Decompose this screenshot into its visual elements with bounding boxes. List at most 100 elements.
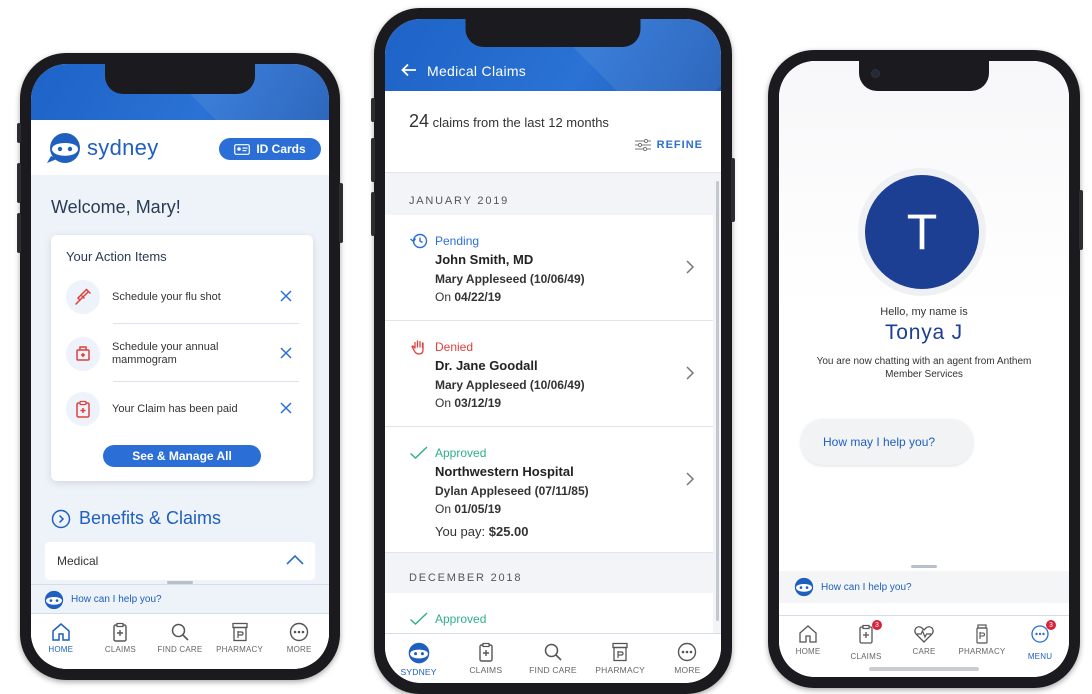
bottom-tab-bar: HOME CLAIMS FIND CARE PHARMACY MORE [31,613,329,669]
claim-row[interactable]: Denied Dr. Jane Goodall Mary Appleseed (… [385,321,713,427]
claims-count-text: 24 claims from the last 12 months [409,111,609,131]
tab-home[interactable]: HOME [31,614,91,669]
claim-date: On 03/12/19 [435,396,502,410]
home-screen: sydney ID Cards Welcome, Mary! Your Acti… [31,64,329,669]
checkmark-icon [410,612,428,625]
claim-date: On 04/22/19 [435,290,502,304]
patient-name: Mary Appleseed (10/06/49) [435,378,585,392]
tab-claims[interactable]: CLAIMS [456,634,516,683]
chat-screen: T Hello, my name is Tonya J You are now … [779,61,1069,677]
notification-badge: 3 [872,620,882,630]
claims-list: JANUARY 2019 Pending John Smith, MD Mary… [385,173,721,633]
pharmacy-icon [231,622,248,642]
search-icon [544,643,562,661]
benefits-claims-section[interactable]: Benefits & Claims [51,508,221,529]
status-denied: Denied [409,339,473,355]
action-item[interactable]: Schedule your flu shot [66,277,301,317]
medical-label: Medical [57,554,99,568]
sydney-logo: sydney [47,132,159,164]
scrollbar[interactable] [716,181,719,621]
claims-screen: Medical Claims 24 claims from the last 1… [385,19,721,683]
help-chat-bar[interactable]: How can I help you? [31,581,329,614]
benefits-claims-label: Benefits & Claims [79,508,222,528]
tab-claims[interactable]: CLAIMS [91,614,151,669]
month-header: JANUARY 2019 [409,195,510,207]
medical-accordion[interactable]: Medical [45,542,315,580]
pharmacy-icon [612,642,628,662]
clipboard-icon [479,642,493,662]
page-title: Medical Claims [427,63,527,79]
close-icon[interactable] [279,346,293,360]
bottom-tab-bar: SYDNEY CLAIMS FIND CARE PHARMACY MORE [385,633,721,683]
claim-clipboard-icon [76,400,90,418]
you-pay: You pay: $25.00 [435,524,529,539]
syringe-icon [75,288,91,305]
home-icon [52,623,70,641]
claim-date: On 01/05/19 [435,502,502,516]
refine-button[interactable]: REFINE [634,139,703,151]
help-text: How can I help you? [821,581,912,593]
action-item-text: Schedule your flu shot [112,290,221,303]
tab-more[interactable]: MORE [657,634,717,683]
tab-find-care[interactable]: FIND CARE [150,614,210,669]
heart-pulse-icon [914,626,934,643]
tab-pharmacy[interactable]: PHARMACY [210,614,270,669]
sydney-face-icon [794,577,814,597]
sydney-face-icon [47,133,80,163]
avatar-letter: T [865,175,979,289]
back-arrow-icon[interactable] [401,63,417,77]
clipboard-icon [113,622,128,642]
provider-name: Dr. Jane Goodall [435,358,538,373]
provider-name: John Smith, MD [435,252,534,267]
tab-home[interactable]: HOME [779,616,837,677]
bottom-tab-bar: HOME 3 CLAIMS CARE PHARMACY 3 MENU [779,615,1069,677]
home-indicator[interactable] [869,667,979,671]
chevron-right-icon [686,260,695,274]
tab-find-care[interactable]: FIND CARE [523,634,583,683]
action-item[interactable]: Schedule your annual mammogram [66,334,301,374]
phone-home-screen: sydney ID Cards Welcome, Mary! Your Acti… [17,53,343,680]
help-text: How can I help you? [71,594,162,605]
phone-claims-screen: Medical Claims 24 claims from the last 1… [371,8,735,694]
claim-row[interactable]: Approved Northwestern Hospital Dylan App… [385,427,713,553]
phone-chat-screen: T Hello, my name is Tonya J You are now … [768,50,1083,688]
clock-rewind-icon [410,233,428,249]
claim-row[interactable]: Approved [385,593,713,633]
checkmark-icon [410,446,428,459]
id-card-icon [234,143,251,155]
action-item-text: Schedule your annual mammogram [112,341,219,366]
chevron-right-icon [686,366,695,380]
tab-more[interactable]: MORE [269,614,329,669]
close-icon[interactable] [279,401,293,415]
action-item-text: Your Claim has been paid [112,402,238,415]
chat-status-note: You are now chatting with an agent from … [816,356,1032,380]
notification-badge: 3 [1046,620,1056,630]
refine-label: REFINE [656,139,703,151]
agent-name: Tonya J [885,321,963,344]
sydney-face-icon [44,590,64,609]
tab-menu[interactable]: 3 MENU [1011,616,1069,677]
help-chat-bar[interactable]: How can I help you? [779,565,1069,603]
action-items-card: Your Action Items Schedule your flu shot [51,235,313,481]
chevron-right-circle-icon [51,509,71,528]
welcome-message: Welcome, Mary! [51,197,181,217]
hand-stop-icon [411,340,424,355]
home-icon [799,625,817,643]
see-manage-all-button[interactable]: See & Manage All [103,445,261,467]
mammogram-icon [76,346,90,361]
camera-dot [871,69,880,78]
patient-name: Mary Appleseed (10/06/49) [435,272,585,286]
chevron-up-icon [286,554,304,565]
logo-text: sydney [87,135,159,160]
close-icon[interactable] [279,289,293,303]
action-item[interactable]: Your Claim has been paid [66,389,301,429]
tab-sydney[interactable]: SYDNEY [389,634,449,683]
action-items-title: Your Action Items [66,249,167,264]
id-cards-button[interactable]: ID Cards [219,138,321,160]
agent-avatar: T [858,168,986,296]
status-approved: Approved [409,445,486,461]
provider-name: Northwestern Hospital [435,464,574,479]
tab-pharmacy[interactable]: PHARMACY [590,634,650,683]
claims-summary: 24 claims from the last 12 months REFINE [385,91,721,173]
claim-row[interactable]: Pending John Smith, MD Mary Appleseed (1… [385,215,713,321]
